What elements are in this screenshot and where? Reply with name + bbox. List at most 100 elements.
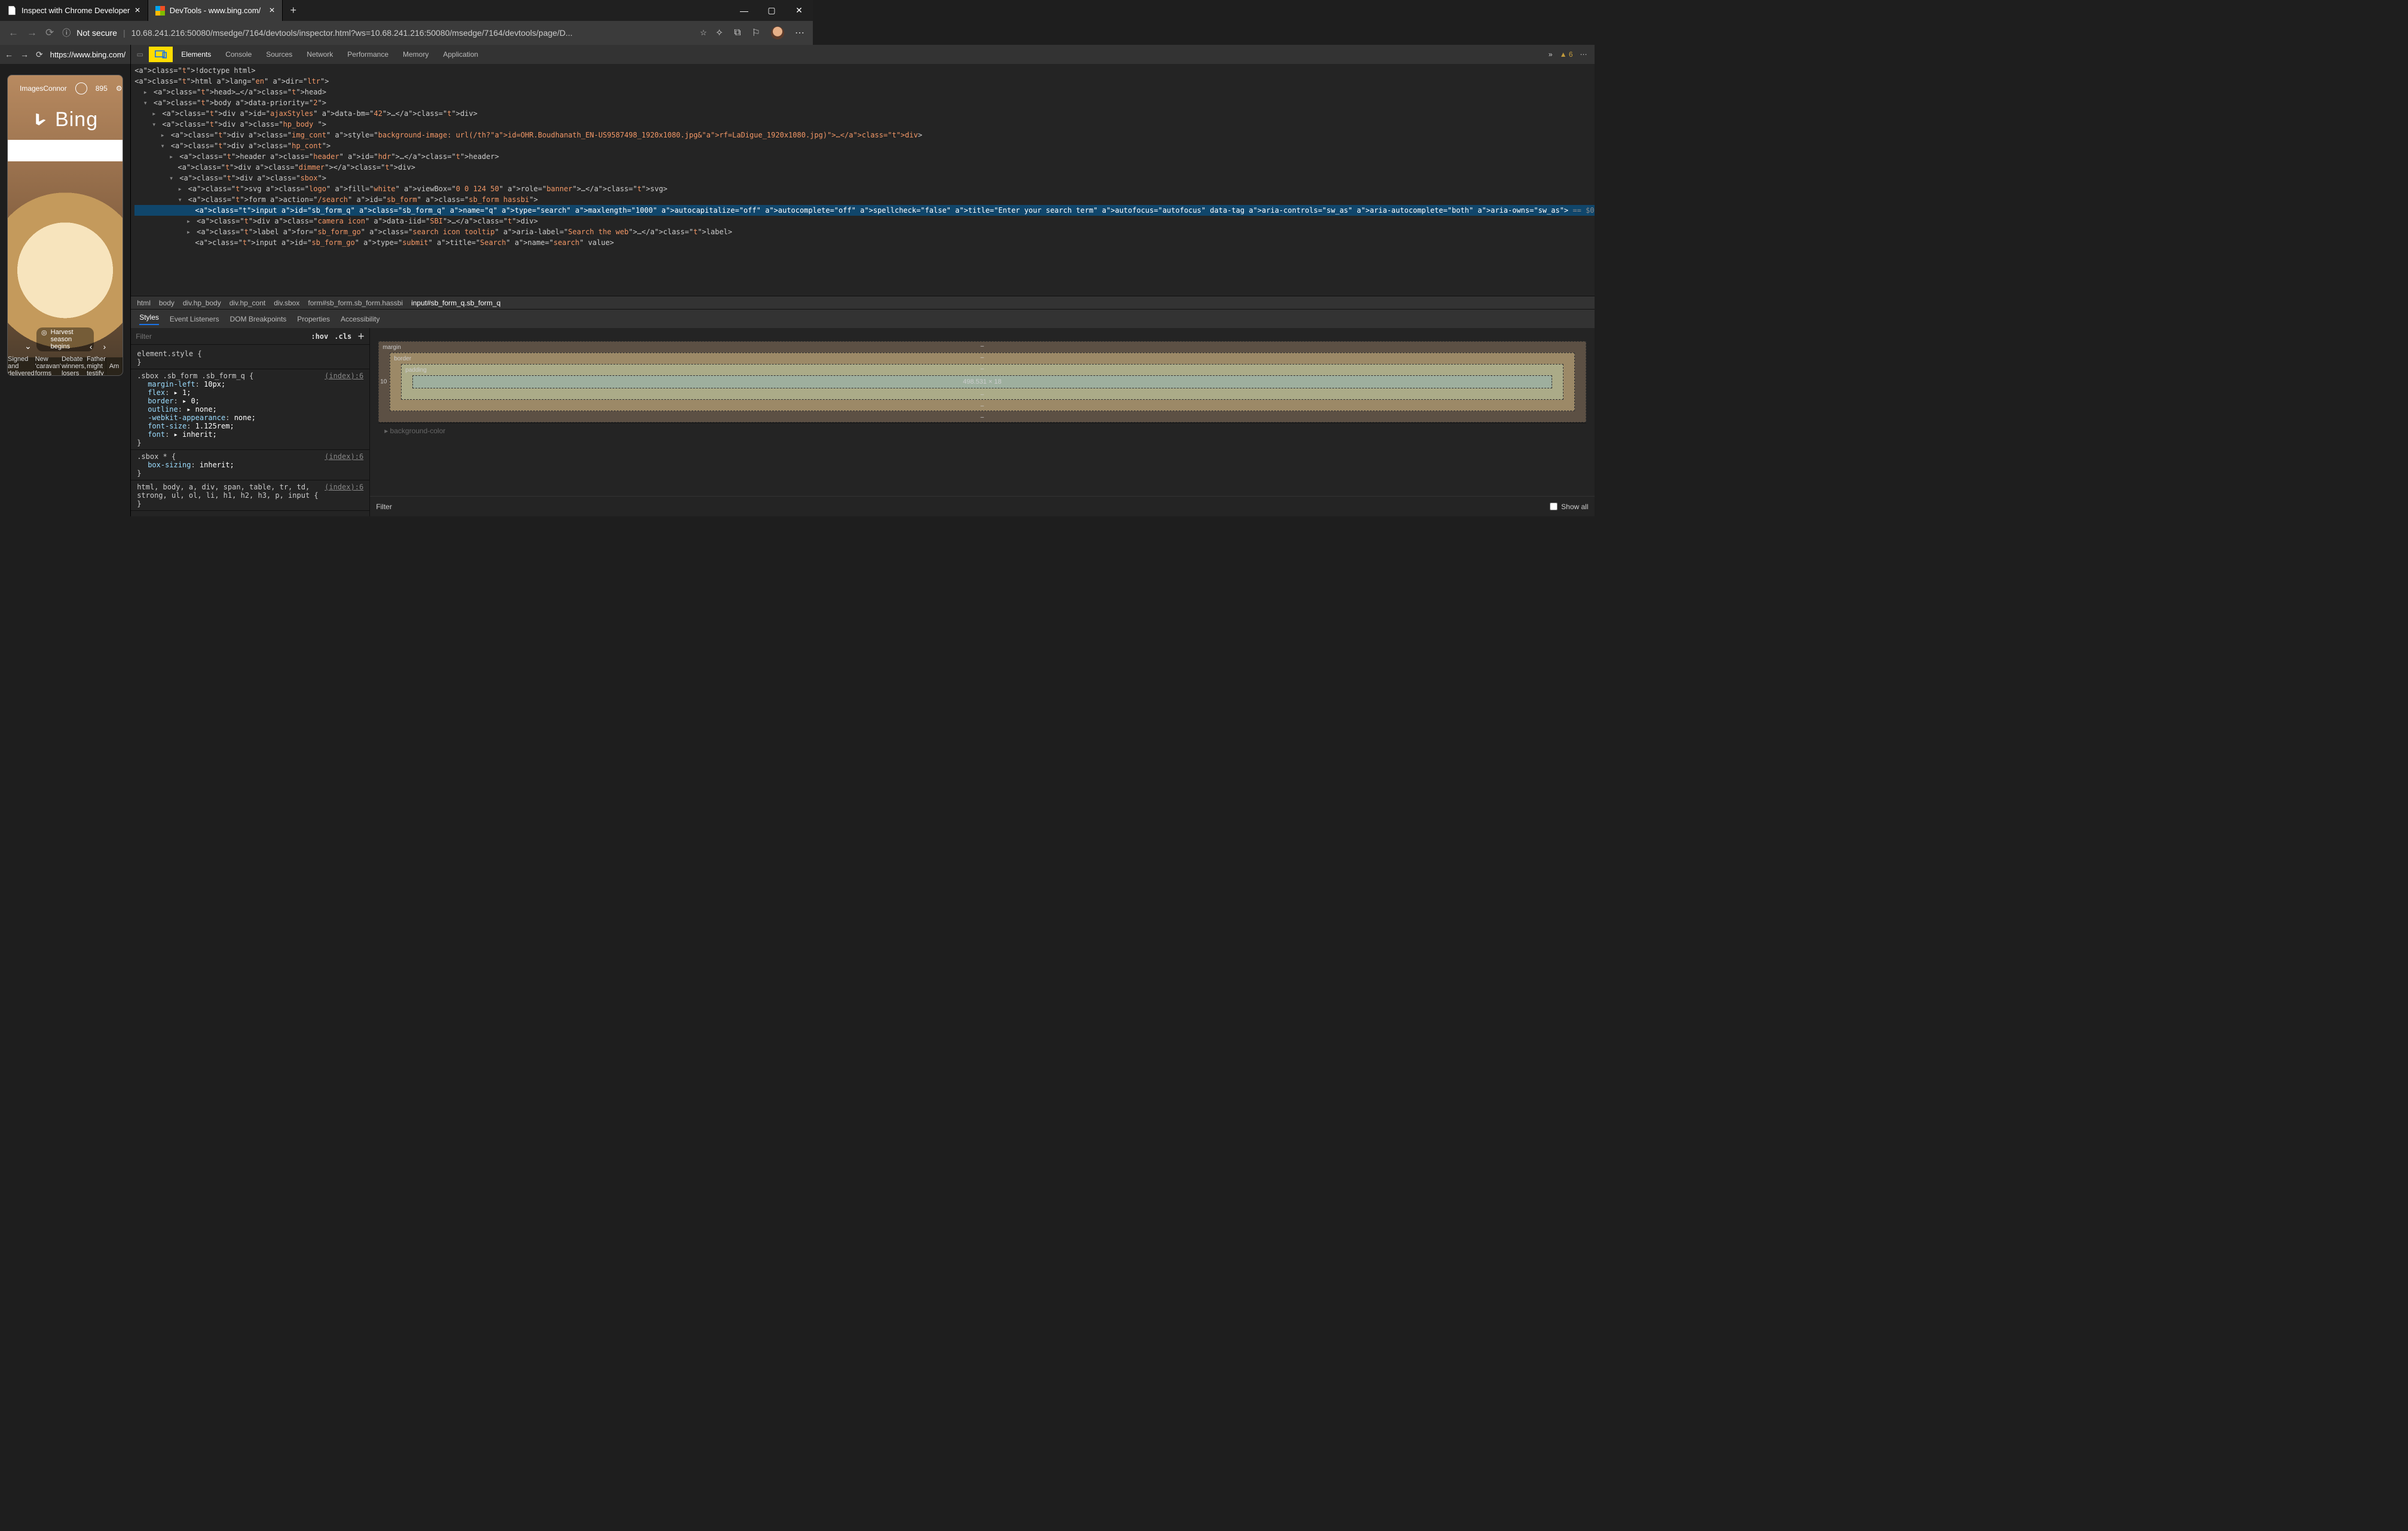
collections-icon[interactable]: ⧉ xyxy=(734,27,741,38)
ticker-item[interactable]: Father might testify xyxy=(87,357,106,375)
styles-filter-input[interactable] xyxy=(136,332,305,341)
tab-performance[interactable]: Performance xyxy=(341,45,394,64)
subtab-accessibility[interactable]: Accessibility xyxy=(341,315,380,323)
breadcrumb-item[interactable]: div.hp_body xyxy=(183,299,221,307)
more-icon[interactable]: ⋯ xyxy=(1580,50,1589,59)
boxmodel-border[interactable]: border – padding – 498.531 × 18 – – xyxy=(390,353,1574,411)
dom-line[interactable]: ▸ <a">class="t">div a">class="camera ico… xyxy=(134,216,1594,226)
dom-line[interactable]: ▸ <a">class="t">header a">class="header"… xyxy=(134,151,1594,162)
boxmodel-content[interactable]: 498.531 × 18 xyxy=(412,375,1552,388)
dom-line[interactable]: ▸ <a">class="t">div a">id="ajaxStyles" a… xyxy=(134,108,1594,119)
dom-line[interactable]: <a">class="t">input a">id="sb_form_q" a"… xyxy=(134,205,1594,216)
breadcrumb-item[interactable]: div.sbox xyxy=(274,299,299,307)
maximize-button[interactable]: ▢ xyxy=(758,0,785,21)
prev-icon[interactable]: ‹ xyxy=(90,342,93,351)
tab-network[interactable]: Network xyxy=(301,45,339,64)
breadcrumb-item[interactable]: body xyxy=(159,299,175,307)
extensions-icon[interactable]: ⚐ xyxy=(752,27,760,39)
toolbar-icons: ✧ ⧉ ⚐ ⋯ xyxy=(715,26,804,39)
window-controls: — ▢ ✕ xyxy=(730,0,813,21)
hov-toggle[interactable]: :hov xyxy=(311,332,328,341)
sc-back-button[interactable]: ← xyxy=(5,50,13,59)
tab-console[interactable]: Console xyxy=(219,45,258,64)
back-button[interactable]: ← xyxy=(8,27,19,39)
settings-icon[interactable]: ⚙ xyxy=(116,84,123,93)
user-avatar-icon[interactable] xyxy=(75,82,87,94)
address-bar: ← → ⟳ ⓘ Not secure | 10.68.241.216:50080… xyxy=(0,21,813,45)
subtab-event-listeners[interactable]: Event Listeners xyxy=(170,315,219,323)
overflow-icon[interactable]: » xyxy=(1549,50,1553,59)
subtab-properties[interactable]: Properties xyxy=(297,315,330,323)
url-field[interactable]: ⓘ Not secure | 10.68.241.216:50080/msedg… xyxy=(62,27,692,39)
subtab-styles[interactable]: Styles xyxy=(139,313,159,325)
breadcrumb-item[interactable]: form#sb_form.sb_form.hassbi xyxy=(308,299,403,307)
source-link[interactable]: (index):6 xyxy=(325,483,363,500)
ticker-item[interactable]: New 'caravan' forms xyxy=(35,357,62,375)
tab-application[interactable]: Application xyxy=(437,45,484,64)
boxmodel-margin[interactable]: margin – 10 – border – padding – 498.531… xyxy=(378,341,1586,422)
computed-first[interactable]: background-color xyxy=(390,427,446,435)
browser-tab-1[interactable]: Inspect with Chrome Developer × xyxy=(0,0,148,21)
dom-line[interactable]: <a">class="t">!doctype html> xyxy=(134,65,1594,76)
sc-reload-button[interactable]: ⟳ xyxy=(36,50,43,60)
forward-button[interactable]: → xyxy=(27,27,37,39)
dom-line[interactable]: ▸ <a">class="t">label a">for="sb_form_go… xyxy=(134,226,1594,237)
minimize-button[interactable]: — xyxy=(730,0,758,21)
menu-icon[interactable]: ⋯ xyxy=(795,27,804,39)
ticker-item[interactable]: Am xyxy=(106,357,123,375)
dom-line[interactable]: ▸ <a">class="t">svg a">class="logo" a">f… xyxy=(134,183,1594,194)
dom-tree[interactable]: <a">class="t">!doctype html><a">class="t… xyxy=(131,64,1594,296)
remote-page-preview[interactable]: Images Connor 895 ⚙ ☰ Bing ⌖ 🔍 ⌄ ◎ xyxy=(7,75,123,376)
dom-line[interactable]: ▾ <a">class="t">div a">class="hp_body "> xyxy=(134,119,1594,130)
cls-toggle[interactable]: .cls xyxy=(334,332,351,341)
css-rules[interactable]: element.style {}.sbox .sb_form .sb_form_… xyxy=(131,345,369,516)
close-icon[interactable]: × xyxy=(134,5,140,16)
source-link[interactable]: (index):6 xyxy=(325,372,363,380)
bing-search-box[interactable]: ⌖ 🔍 xyxy=(7,140,123,161)
tab-sources[interactable]: Sources xyxy=(260,45,298,64)
images-link[interactable]: Images xyxy=(20,84,43,93)
dom-line[interactable]: <a">class="t">div a">class="dimmer"></a"… xyxy=(134,162,1594,173)
inspect-icon[interactable]: ▭ xyxy=(133,50,146,59)
breadcrumb-item[interactable]: html xyxy=(137,299,151,307)
next-icon[interactable]: › xyxy=(103,342,106,351)
subtab-dom-breakpoints[interactable]: DOM Breakpoints xyxy=(230,315,287,323)
show-all-toggle[interactable]: Show all xyxy=(1550,503,1588,511)
dom-line[interactable]: <a">class="t">input a">id="sb_form_go" a… xyxy=(134,237,1594,248)
dom-line[interactable]: ▾ <a">class="t">div a">class="hp_cont"> xyxy=(134,140,1594,151)
boxmodel-padding[interactable]: padding – 498.531 × 18 – xyxy=(401,364,1563,400)
dom-line[interactable]: ▾ <a">class="t">form a">action="/search"… xyxy=(134,194,1594,205)
dom-line[interactable]: ▸ <a">class="t">head>…</a">class="t">hea… xyxy=(134,87,1594,97)
breadcrumb-item[interactable]: div.hp_cont xyxy=(230,299,266,307)
close-window-button[interactable]: ✕ xyxy=(785,0,813,21)
tab-memory[interactable]: Memory xyxy=(397,45,435,64)
dom-breadcrumb[interactable]: html body div.hp_body div.hp_cont div.sbox fo… xyxy=(131,296,1594,309)
source-link[interactable]: (index):6 xyxy=(325,452,363,461)
chevron-down-icon[interactable]: ⌄ xyxy=(25,341,32,351)
warning-badge[interactable]: ▲ 6 xyxy=(1560,50,1573,59)
dom-line[interactable]: ▸ <a">class="t">div a">class="img_cont" … xyxy=(134,130,1594,140)
sc-forward-button[interactable]: → xyxy=(20,50,29,59)
computed-filter-label[interactable]: Filter xyxy=(376,503,392,511)
dom-line[interactable]: <a">class="t">html a">lang="en" a">dir="… xyxy=(134,76,1594,87)
tab-title: DevTools - www.bing.com/ xyxy=(170,6,261,15)
reload-button[interactable]: ⟳ xyxy=(45,27,54,39)
device-toggle-highlight[interactable] xyxy=(149,47,173,62)
ticker-item[interactable]: Signed and delivered xyxy=(8,357,35,375)
new-tab-button[interactable]: + xyxy=(283,0,304,21)
tab-elements[interactable]: Elements xyxy=(175,45,217,64)
new-style-button[interactable]: ＋ xyxy=(357,331,365,341)
favorites-icon[interactable]: ✧ xyxy=(715,27,723,39)
profile-avatar[interactable] xyxy=(771,26,784,39)
ticker-item[interactable]: Debate winners, losers xyxy=(62,357,87,375)
breadcrumb-item[interactable]: input#sb_form_q.sb_form_q xyxy=(411,299,500,307)
browser-tab-2[interactable]: DevTools - www.bing.com/ × xyxy=(148,0,283,21)
close-icon[interactable]: × xyxy=(269,5,274,16)
dom-line[interactable]: ▾ <a">class="t">body a">data-priority="2… xyxy=(134,97,1594,108)
screencast-url[interactable]: https://www.bing.com/ xyxy=(50,50,126,59)
dom-line[interactable]: ▾ <a">class="t">div a">class="sbox"> xyxy=(134,173,1594,183)
news-ticker: Signed and delivered New 'caravan' forms… xyxy=(8,357,123,375)
image-caption[interactable]: ◎ Harvest season begins xyxy=(36,327,94,351)
info-icon: ⓘ xyxy=(62,27,71,39)
star-icon[interactable]: ☆ xyxy=(700,28,707,38)
